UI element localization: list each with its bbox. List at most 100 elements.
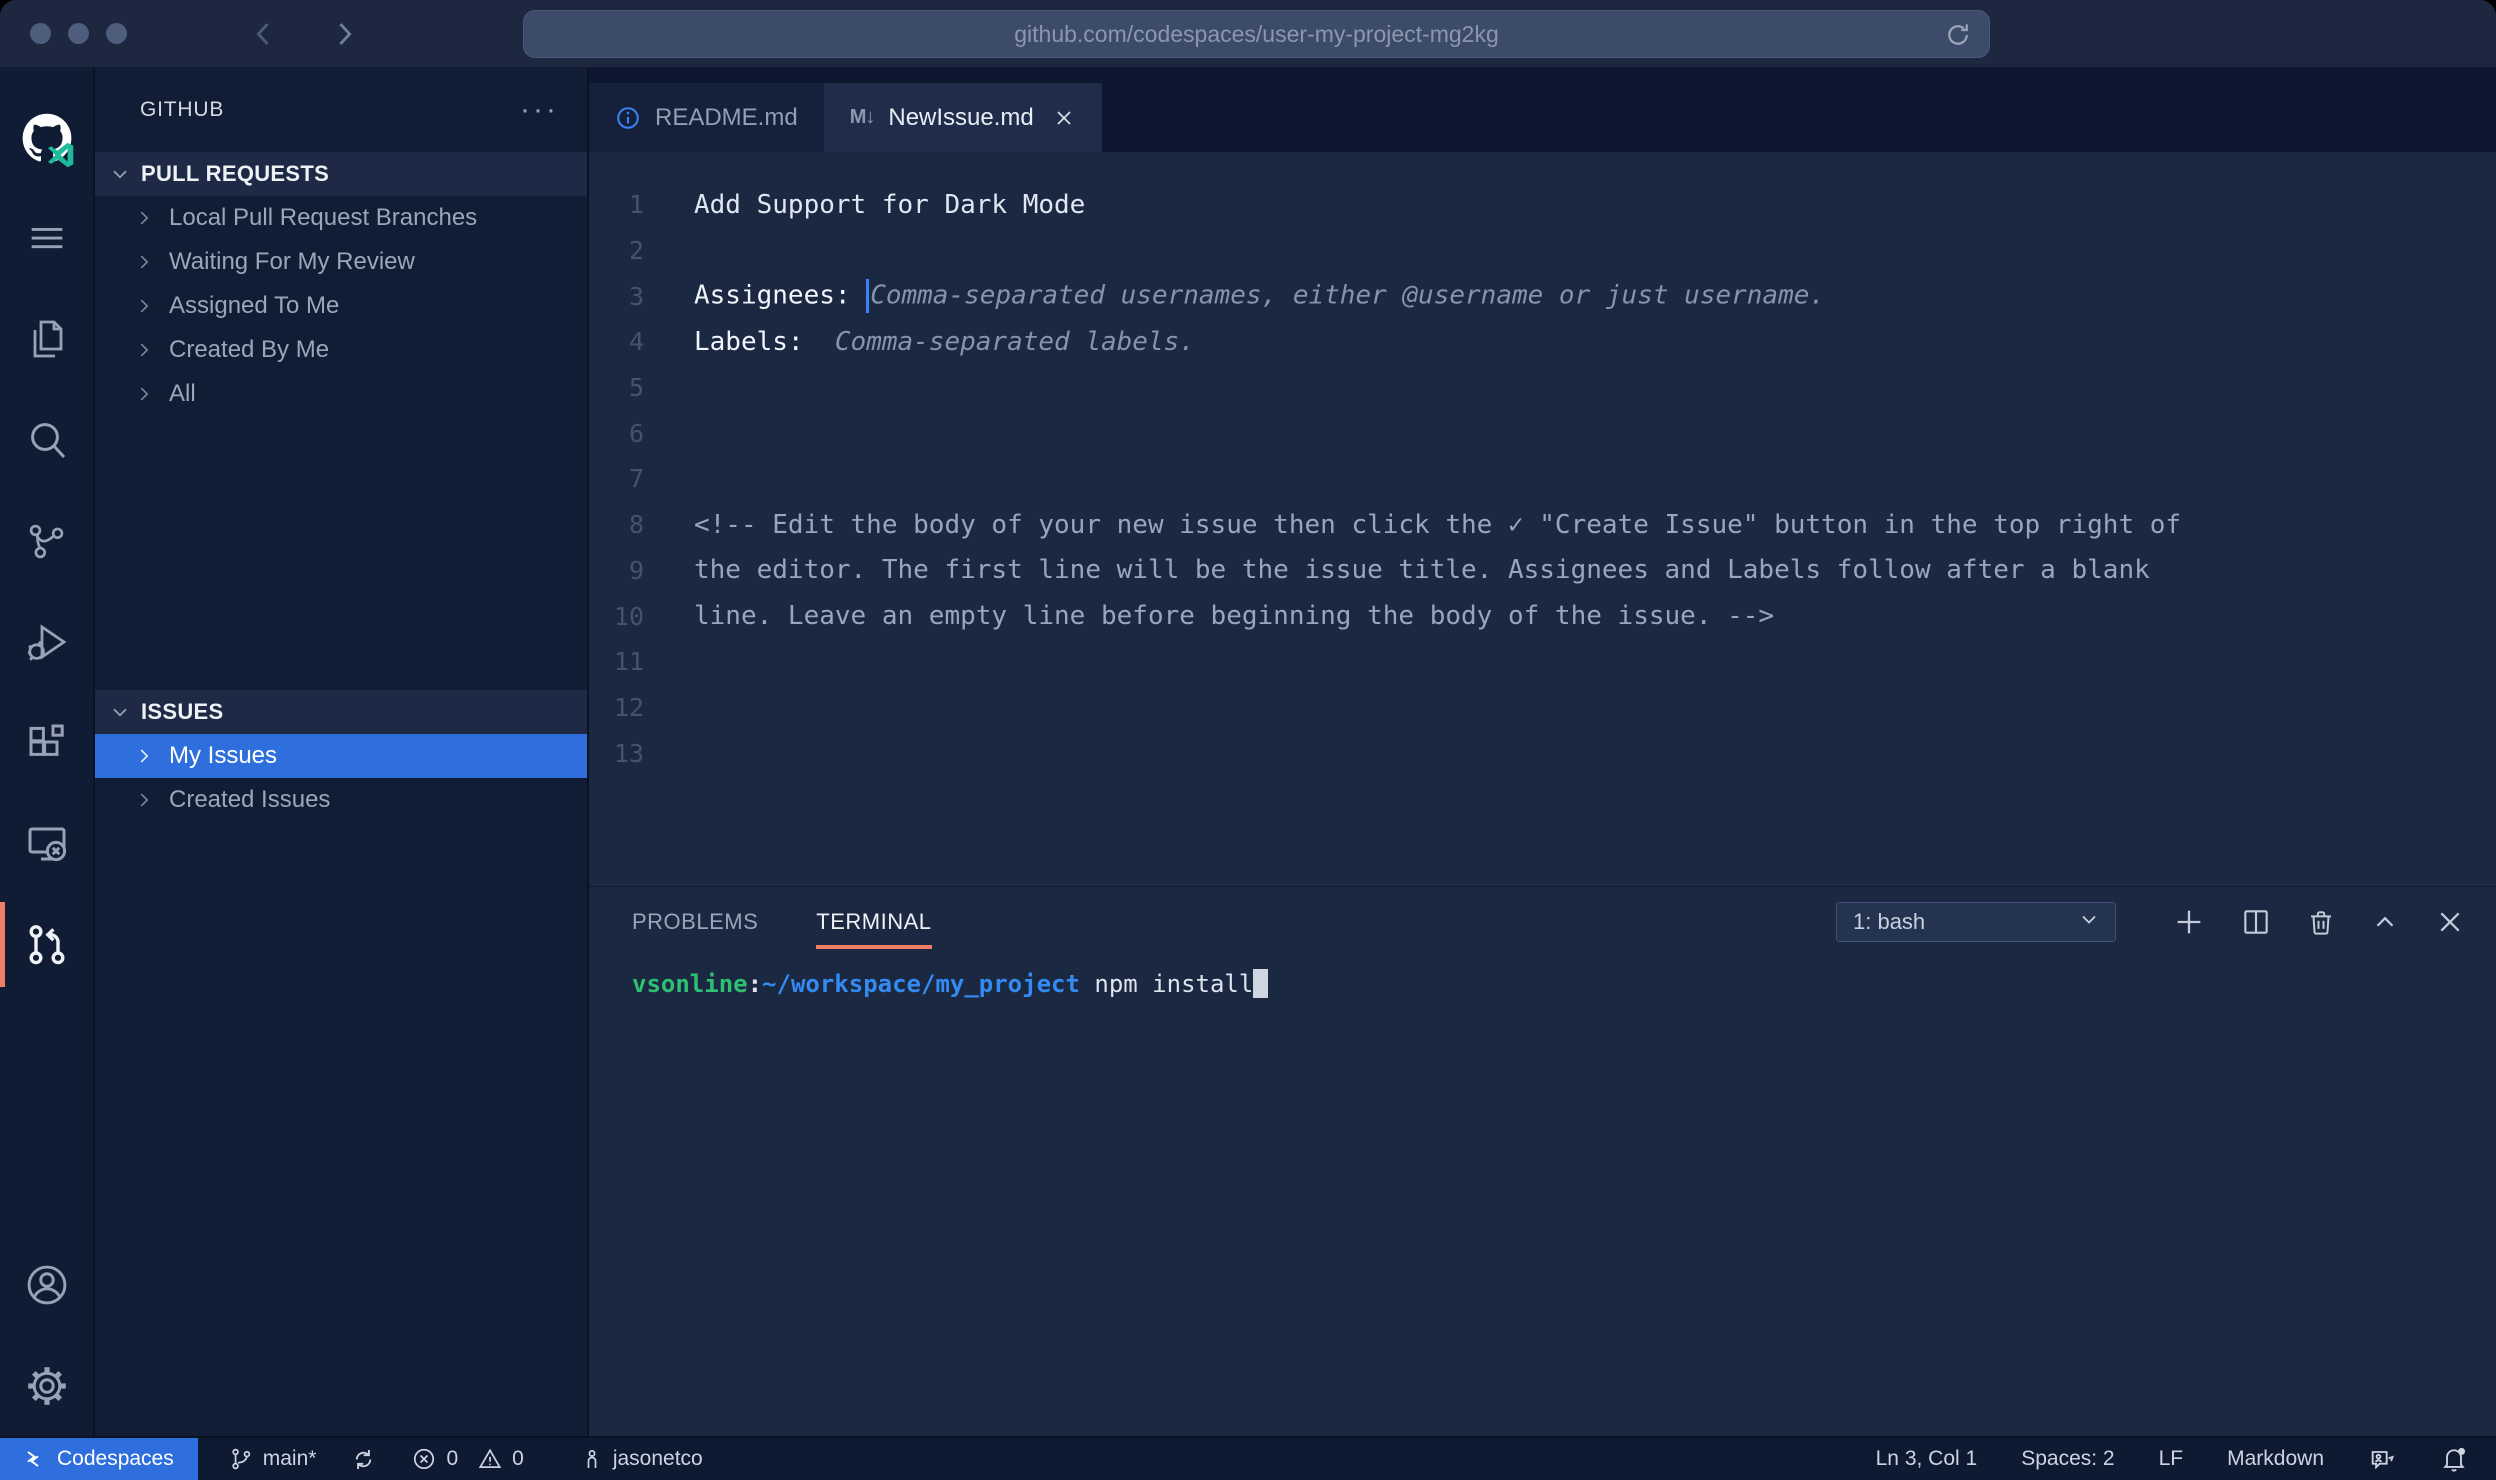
line-number: 4 bbox=[589, 327, 644, 356]
status-branch[interactable]: main* bbox=[228, 1438, 317, 1480]
code-line: 5 bbox=[589, 365, 2496, 411]
new-terminal-icon[interactable] bbox=[2172, 905, 2206, 939]
remote-icon bbox=[24, 1447, 48, 1471]
window-zoom-button[interactable] bbox=[106, 23, 127, 44]
tree-item-my-issues[interactable]: My Issues bbox=[95, 734, 587, 778]
chevron-down-icon bbox=[109, 701, 131, 723]
terminal-output[interactable]: vsonline:~/workspace/my_project npm inst… bbox=[589, 957, 2496, 1436]
line-number: 12 bbox=[589, 693, 644, 722]
extensions-icon bbox=[23, 719, 71, 767]
activity-settings-gear-icon[interactable] bbox=[0, 1335, 93, 1436]
github-vscode-logo-icon bbox=[0, 67, 93, 187]
source-control-icon bbox=[24, 518, 70, 564]
line-number: 1 bbox=[589, 190, 644, 219]
sync-icon bbox=[350, 1446, 377, 1473]
window-controls[interactable] bbox=[30, 23, 127, 44]
notifications-bell-icon[interactable] bbox=[2440, 1438, 2468, 1480]
tree-item-created-by-me[interactable]: Created By Me bbox=[95, 328, 587, 372]
debug-icon bbox=[23, 618, 71, 666]
close-panel-icon[interactable] bbox=[2434, 906, 2466, 938]
activity-account-icon[interactable] bbox=[0, 1234, 93, 1335]
section-header[interactable]: PULL REQUESTS bbox=[95, 152, 587, 196]
remote-explorer-icon bbox=[23, 820, 71, 868]
browser-forward-icon[interactable] bbox=[327, 17, 361, 51]
markdown-icon: M↓ bbox=[850, 106, 875, 129]
line-number: 13 bbox=[589, 739, 644, 768]
tree-item-assigned-to-me[interactable]: Assigned To Me bbox=[95, 284, 587, 328]
chevron-right-icon bbox=[133, 251, 155, 273]
bottom-panel: PROBLEMS TERMINAL 1: bash bbox=[589, 886, 2496, 1436]
window-close-button[interactable] bbox=[30, 23, 51, 44]
tree-item-local-pull-request-branches[interactable]: Local Pull Request Branches bbox=[95, 196, 587, 240]
tree-item-all[interactable]: All bbox=[95, 372, 587, 416]
feedback-icon[interactable] bbox=[2368, 1438, 2396, 1480]
editor-tab-bar: README.md M↓ NewIssue.md bbox=[589, 67, 2496, 152]
tree-item-created-issues[interactable]: Created Issues bbox=[95, 778, 587, 822]
status-user[interactable]: jasonetco bbox=[580, 1438, 703, 1480]
line-number: 5 bbox=[589, 373, 644, 402]
tab-terminal[interactable]: TERMINAL bbox=[816, 887, 931, 957]
tab-label: NewIssue.md bbox=[888, 104, 1033, 132]
activity-remote-explorer-icon[interactable] bbox=[0, 793, 93, 894]
status-codespaces[interactable]: Codespaces bbox=[0, 1438, 198, 1480]
code-editor[interactable]: 1Add Support for Dark Mode23Assignees: C… bbox=[589, 152, 2496, 886]
status-sync[interactable] bbox=[350, 1438, 377, 1480]
kill-terminal-icon[interactable] bbox=[2306, 907, 2336, 937]
chevron-down-icon bbox=[2077, 907, 2101, 937]
status-language[interactable]: Markdown bbox=[2227, 1438, 2324, 1480]
account-icon bbox=[22, 1260, 72, 1310]
code-line: 12 bbox=[589, 685, 2496, 731]
line-content: Add Support for Dark Mode bbox=[644, 190, 1085, 220]
search-icon bbox=[23, 416, 71, 464]
chevron-right-icon bbox=[133, 745, 155, 767]
terminal-shell-select[interactable]: 1: bash bbox=[1836, 902, 2116, 942]
activity-extensions-icon[interactable] bbox=[0, 692, 93, 793]
status-indentation[interactable]: Spaces: 2 bbox=[2021, 1438, 2114, 1480]
activity-explorer-icon[interactable] bbox=[0, 288, 93, 389]
line-content: <!-- Edit the body of your new issue the… bbox=[644, 510, 2181, 540]
tab-problems[interactable]: PROBLEMS bbox=[632, 887, 758, 957]
tab-readme[interactable]: README.md bbox=[589, 83, 824, 152]
terminal-path: ~/workspace/my_project bbox=[762, 970, 1080, 998]
browser-back-icon[interactable] bbox=[247, 17, 281, 51]
error-count: 0 bbox=[446, 1447, 458, 1471]
window-minimize-button[interactable] bbox=[68, 23, 89, 44]
code-line: 13 bbox=[589, 730, 2496, 776]
status-problems[interactable]: 0 0 bbox=[411, 1438, 523, 1480]
status-line-col[interactable]: Ln 3, Col 1 bbox=[1876, 1438, 1978, 1480]
info-icon bbox=[615, 105, 641, 131]
reload-icon[interactable] bbox=[1943, 20, 1973, 55]
tree-item-waiting-for-my-review[interactable]: Waiting For My Review bbox=[95, 240, 587, 284]
code-line: 7 bbox=[589, 456, 2496, 502]
status-eol[interactable]: LF bbox=[2159, 1438, 2184, 1480]
line-number: 2 bbox=[589, 236, 644, 265]
activity-menu-icon[interactable] bbox=[0, 187, 93, 288]
status-bar: Codespaces main* 0 0 bbox=[0, 1436, 2496, 1480]
shell-select-value: 1: bash bbox=[1853, 909, 2067, 935]
activity-search-icon[interactable] bbox=[0, 389, 93, 490]
line-content: line. Leave an empty line before beginni… bbox=[644, 601, 1774, 631]
address-bar[interactable]: github.com/codespaces/user-my-project-mg… bbox=[523, 10, 1990, 58]
line-number: 6 bbox=[589, 419, 644, 448]
panel-header: PROBLEMS TERMINAL 1: bash bbox=[589, 887, 2496, 957]
maximize-panel-icon[interactable] bbox=[2370, 907, 2400, 937]
line-content: the editor. The first line will be the i… bbox=[644, 555, 2150, 585]
menu-icon bbox=[24, 215, 70, 261]
section-header[interactable]: ISSUES bbox=[95, 690, 587, 734]
tab-newissue[interactable]: M↓ NewIssue.md bbox=[824, 83, 1102, 152]
url-text: github.com/codespaces/user-my-project-mg… bbox=[1014, 21, 1498, 48]
activity-source-control-icon[interactable] bbox=[0, 490, 93, 591]
activity-github-pull-request-icon[interactable] bbox=[0, 894, 93, 995]
code-line: 11 bbox=[589, 639, 2496, 685]
sidebar-title: GITHUB bbox=[140, 98, 520, 122]
section-issues: ISSUESMy IssuesCreated Issues bbox=[95, 690, 587, 822]
split-terminal-icon[interactable] bbox=[2240, 906, 2272, 938]
error-icon bbox=[411, 1446, 437, 1472]
code-line: 8<!-- Edit the body of your new issue th… bbox=[589, 502, 2496, 548]
line-number: 9 bbox=[589, 556, 644, 585]
settings-gear-icon bbox=[23, 1362, 71, 1410]
close-icon[interactable] bbox=[1052, 106, 1076, 130]
line-number: 7 bbox=[589, 464, 644, 493]
activity-debug-icon[interactable] bbox=[0, 591, 93, 692]
more-actions-icon[interactable]: ··· bbox=[520, 105, 559, 115]
